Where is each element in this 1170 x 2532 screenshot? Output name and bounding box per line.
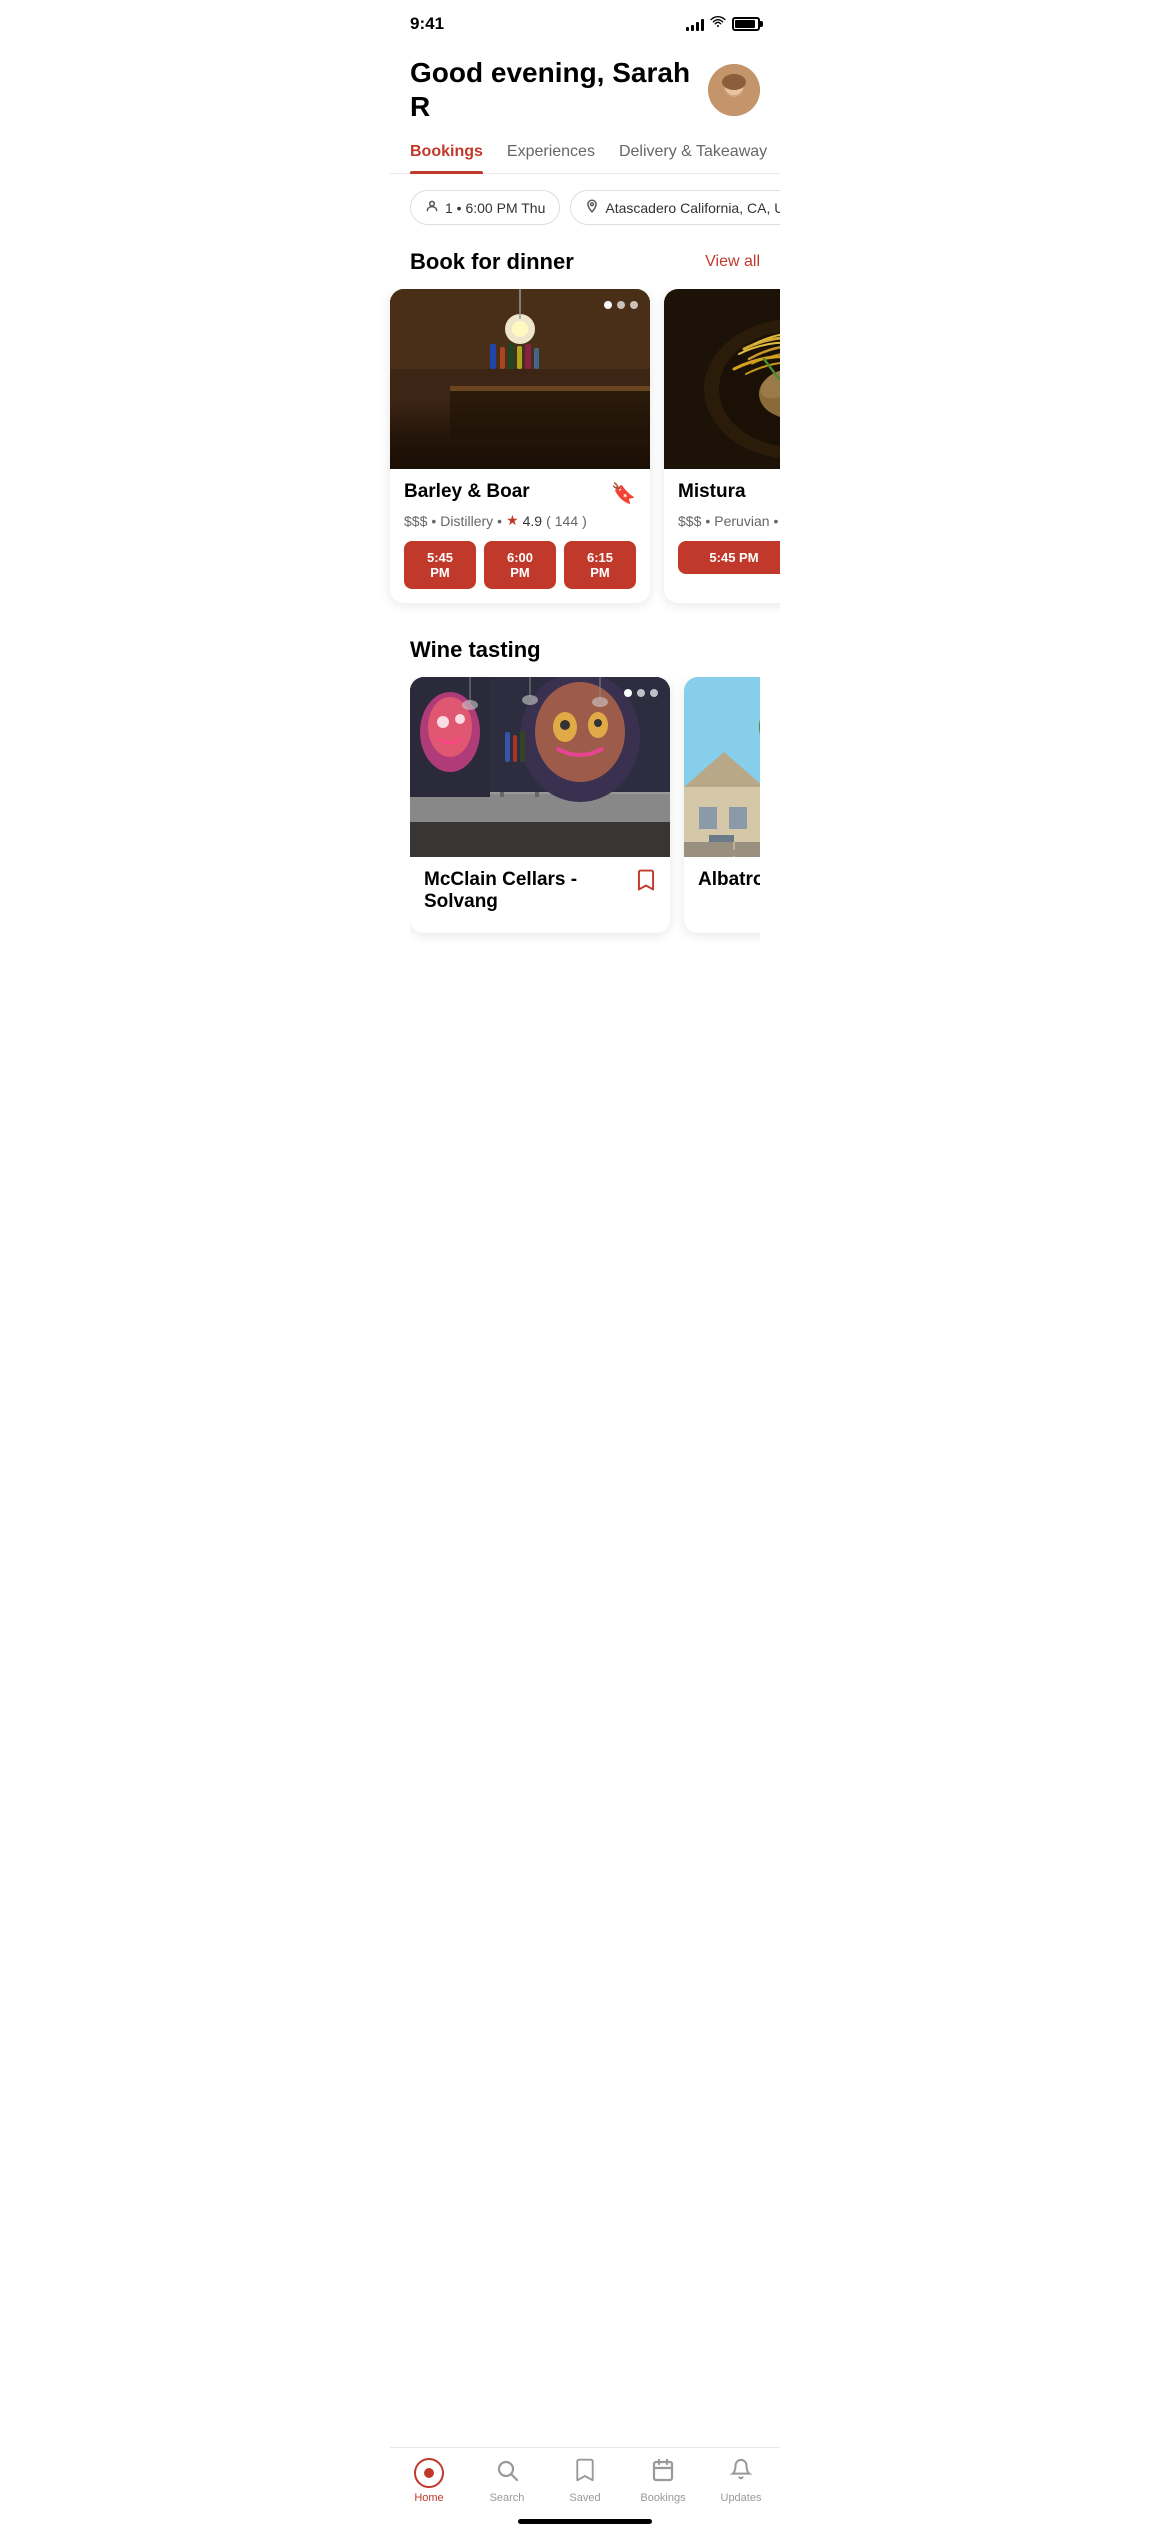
card-meta-mistura: $$$ • Peruvian • ★ 4.8: [678, 512, 780, 529]
bookmark-barley[interactable]: 🔖: [611, 481, 636, 506]
dinner-section: Book for dinner View all: [390, 241, 780, 275]
header: Good evening, Sarah R: [390, 44, 780, 131]
card-image-mcclain: [410, 677, 670, 857]
card-name-mcclain: McClain Cellars - Solvang: [424, 869, 636, 913]
dinner-cards: Barley & Boar 🔖 $$$ • Distillery • ★ 4.9…: [370, 289, 780, 613]
star-icon: ★: [506, 512, 519, 529]
time-slot-mistura-545[interactable]: 5:45 PM: [678, 541, 780, 574]
guests-filter[interactable]: 1 • 6:00 PM Thu: [410, 190, 560, 225]
nav-bookings[interactable]: Bookings: [624, 2458, 702, 2504]
card-albatross[interactable]: Albatross Ridge: [684, 677, 760, 933]
card-mistura[interactable]: Mistura 🔖 $$$ • Peruvian • ★ 4.8 5:45 PM…: [664, 289, 780, 603]
home-icon: [414, 2458, 444, 2488]
card-image-mistura: [664, 289, 780, 469]
nav-saved-label: Saved: [569, 2492, 600, 2504]
nav-search[interactable]: Search: [468, 2458, 546, 2504]
card-name-albatross: Albatross Ridge: [698, 869, 760, 891]
card-body-barley: Barley & Boar 🔖 $$$ • Distillery • ★ 4.9…: [390, 469, 650, 603]
wifi-icon: [710, 15, 726, 33]
bookings-icon: [651, 2458, 675, 2488]
dinner-section-header: Book for dinner View all: [410, 249, 760, 275]
status-bar: 9:41: [390, 0, 780, 44]
search-icon: [495, 2458, 519, 2488]
updates-icon: [730, 2458, 752, 2488]
card-body-albatross: Albatross Ridge: [684, 857, 760, 917]
nav-updates-label: Updates: [721, 2492, 762, 2504]
time-slots-barley: 5:45 PM 6:00 PM 6:15 PM: [404, 541, 636, 589]
bookmark-mcclain[interactable]: [636, 869, 656, 897]
home-indicator: [518, 2519, 652, 2524]
nav-updates[interactable]: Updates: [702, 2458, 780, 2504]
card-mcclain[interactable]: McClain Cellars - Solvang: [410, 677, 670, 933]
dinner-view-all[interactable]: View all: [705, 253, 760, 271]
location-icon: [585, 199, 599, 216]
card-image-barley: [390, 289, 650, 469]
tab-bar: Bookings Experiences Delivery & Takeaway: [390, 131, 780, 174]
dinner-section-title: Book for dinner: [410, 249, 574, 275]
nav-saved[interactable]: Saved: [546, 2458, 624, 2504]
time-slots-mistura: 5:45 PM 6:...: [678, 541, 780, 574]
card-dots-barley: [604, 301, 638, 309]
tab-bookings[interactable]: Bookings: [410, 143, 483, 173]
nav-search-label: Search: [490, 2492, 525, 2504]
greeting-text: Good evening, Sarah R: [410, 56, 708, 123]
nav-bookings-label: Bookings: [640, 2492, 685, 2504]
card-barley-boar[interactable]: Barley & Boar 🔖 $$$ • Distillery • ★ 4.9…: [390, 289, 650, 603]
card-body-mcclain: McClain Cellars - Solvang: [410, 857, 670, 933]
nav-home-label: Home: [414, 2492, 443, 2504]
card-name-barley: Barley & Boar: [404, 481, 611, 503]
wine-section: Wine tasting: [390, 621, 780, 943]
tab-experiences[interactable]: Experiences: [507, 143, 595, 173]
signal-icon: [686, 17, 704, 31]
time-slot-615[interactable]: 6:15 PM: [564, 541, 636, 589]
tab-delivery[interactable]: Delivery & Takeaway: [619, 143, 767, 173]
nav-home[interactable]: Home: [390, 2458, 468, 2504]
card-body-mistura: Mistura 🔖 $$$ • Peruvian • ★ 4.8 5:45 PM…: [664, 469, 780, 588]
person-icon: [425, 199, 439, 216]
filter-bar: 1 • 6:00 PM Thu Atascadero California, C…: [390, 174, 780, 241]
card-image-albatross: [684, 677, 760, 857]
status-time: 9:41: [410, 14, 444, 34]
wine-cards: McClain Cellars - Solvang: [410, 677, 760, 943]
time-slot-600[interactable]: 6:00 PM: [484, 541, 556, 589]
status-icons: [686, 15, 760, 33]
avatar[interactable]: [708, 64, 760, 116]
card-dots-mcclain: [624, 689, 658, 697]
wine-section-title: Wine tasting: [410, 637, 760, 663]
time-slot-545[interactable]: 5:45 PM: [404, 541, 476, 589]
location-filter[interactable]: Atascadero California, CA, United St...: [570, 190, 780, 225]
saved-icon: [574, 2458, 596, 2488]
battery-icon: [732, 17, 760, 31]
card-meta-barley: $$$ • Distillery • ★ 4.9 (144): [404, 512, 636, 529]
card-name-mistura: Mistura: [678, 481, 780, 503]
